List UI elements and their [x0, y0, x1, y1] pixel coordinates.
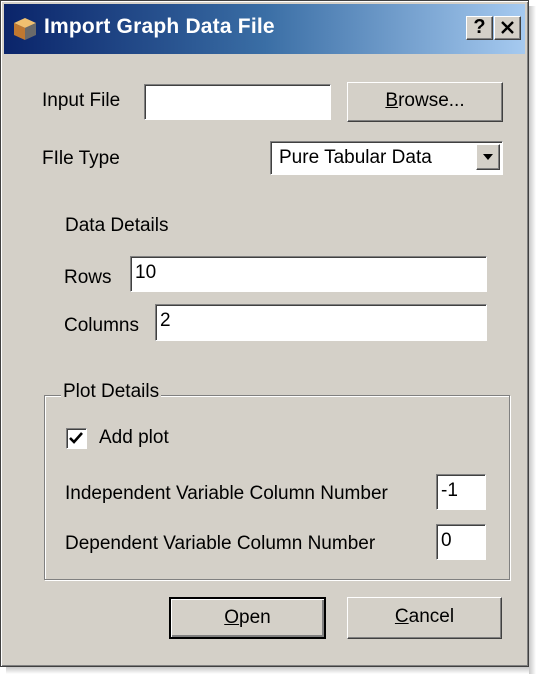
window-title: Import Graph Data File [44, 15, 275, 38]
help-button[interactable]: ? [466, 16, 493, 40]
checkmark-icon [69, 432, 83, 444]
file-type-select[interactable]: Pure Tabular Data [270, 141, 503, 175]
browse-mnemonic: B [385, 90, 399, 111]
dependent-variable-field[interactable]: 0 [436, 524, 486, 560]
add-plot-label: Add plot [99, 427, 169, 448]
app-cube-icon [14, 18, 36, 40]
file-type-label: FIle Type [42, 148, 120, 169]
browse-label-rest: rowse... [398, 90, 465, 111]
cancel-button[interactable]: Cancel [347, 597, 502, 639]
title-bar[interactable]: Import Graph Data File ? [4, 4, 525, 54]
columns-field[interactable]: 2 [155, 304, 487, 341]
open-label-rest: pen [239, 607, 271, 628]
import-graph-data-dialog: Import Graph Data File ? Input File Brow… [0, 0, 529, 667]
open-button[interactable]: Open [169, 597, 326, 639]
plot-details-heading: Plot Details [61, 381, 162, 403]
open-mnemonic: O [224, 607, 240, 628]
add-plot-checkbox[interactable] [66, 428, 87, 449]
close-button[interactable] [494, 16, 521, 40]
data-details-heading: Data Details [65, 215, 169, 236]
close-icon [501, 21, 514, 34]
cancel-label-rest: ancel [408, 606, 455, 627]
independent-variable-label: Independent Variable Column Number [65, 483, 388, 504]
dependent-variable-label: Dependent Variable Column Number [65, 533, 376, 554]
browse-button[interactable]: Browse... [347, 82, 503, 122]
input-file-field[interactable] [144, 84, 331, 120]
window-shadow-bottom [6, 667, 529, 674]
cancel-mnemonic: C [394, 606, 409, 627]
dropdown-button[interactable] [476, 144, 500, 170]
file-type-value: Pure Tabular Data [279, 147, 432, 168]
independent-variable-field[interactable]: -1 [436, 474, 486, 510]
input-file-label: Input File [42, 90, 121, 111]
rows-field[interactable]: 10 [130, 256, 487, 292]
chevron-down-icon [483, 154, 493, 160]
rows-label: Rows [64, 267, 112, 288]
window-shadow-right [529, 6, 536, 674]
columns-label: Columns [64, 315, 139, 336]
